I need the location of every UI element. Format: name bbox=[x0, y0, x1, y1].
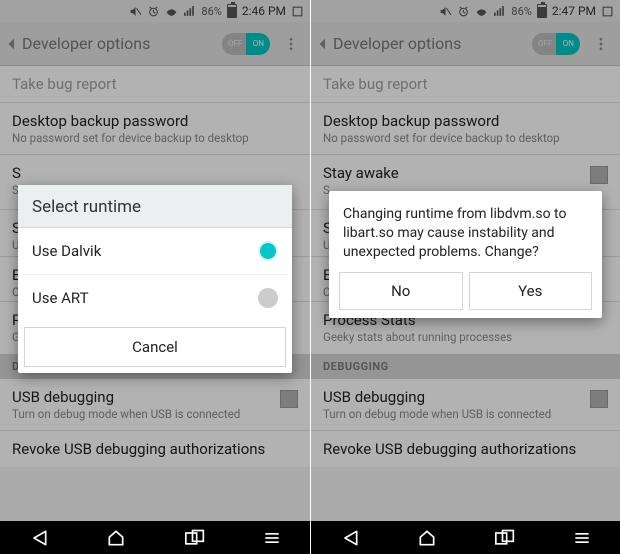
nav-back-icon[interactable] bbox=[28, 528, 50, 548]
nav-home-icon[interactable] bbox=[105, 528, 127, 548]
nav-home-icon[interactable] bbox=[416, 528, 438, 548]
radio-unselected-icon bbox=[258, 288, 278, 308]
confirm-runtime-dialog: Changing runtime from libdvm.so to libar… bbox=[329, 191, 602, 318]
nav-bar bbox=[0, 521, 310, 554]
nav-recents-icon[interactable] bbox=[183, 528, 207, 548]
nav-back-icon[interactable] bbox=[339, 528, 361, 548]
option-dalvik[interactable]: Use Dalvik bbox=[18, 228, 292, 274]
left-screenshot: 86% 2:46 PM Developer options OFF ON Tak… bbox=[0, 0, 310, 554]
yes-button[interactable]: Yes bbox=[469, 272, 593, 310]
nav-menu-icon[interactable] bbox=[572, 528, 592, 548]
radio-selected-icon bbox=[258, 241, 278, 261]
option-art[interactable]: Use ART bbox=[18, 275, 292, 321]
right-screenshot: 86% 2:47 PM Developer options OFF ON Tak… bbox=[310, 0, 620, 554]
option-label: Use ART bbox=[32, 289, 258, 307]
nav-recents-icon[interactable] bbox=[493, 528, 517, 548]
dialog-message: Changing runtime from libdvm.so to libar… bbox=[339, 201, 592, 272]
cancel-button[interactable]: Cancel bbox=[24, 327, 286, 367]
nav-bar bbox=[311, 521, 620, 554]
option-label: Use Dalvik bbox=[32, 242, 258, 260]
nav-menu-icon[interactable] bbox=[262, 528, 282, 548]
no-button[interactable]: No bbox=[339, 272, 463, 310]
dialog-title: Select runtime bbox=[18, 185, 292, 228]
select-runtime-dialog: Select runtime Use Dalvik Use ART Cancel bbox=[18, 185, 292, 373]
